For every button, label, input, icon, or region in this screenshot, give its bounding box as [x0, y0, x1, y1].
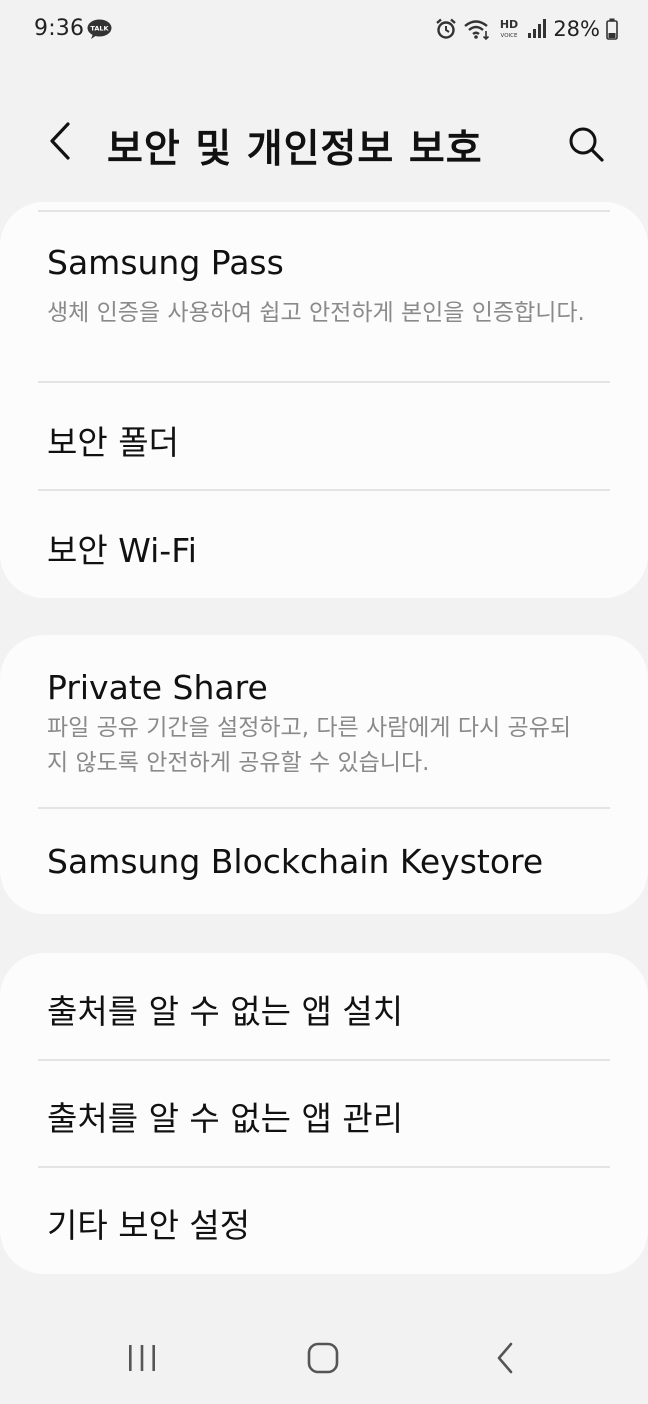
recent-apps-icon	[129, 1345, 155, 1371]
item-title: Private Share	[47, 668, 268, 707]
other-security-settings-item[interactable]: 기타 보안 설정	[0, 1168, 648, 1274]
private-share-item[interactable]: Private Share 파일 공유 기간을 설정하고, 다른 사람에게 다시…	[0, 635, 648, 807]
kakaotalk-icon: TALK	[87, 19, 112, 39]
item-title: 출처를 알 수 없는 앱 설치	[47, 992, 404, 1031]
install-unknown-apps-item[interactable]: 출처를 알 수 없는 앱 설치	[0, 953, 648, 1059]
page-title: 보안 및 개인정보 보호	[107, 127, 483, 172]
home-icon	[307, 1342, 339, 1374]
item-title: 보안 Wi-Fi	[47, 531, 197, 570]
hd-label: HD	[500, 18, 518, 31]
settings-card-1: Samsung Pass 생체 인증을 사용하여 쉽고 안전하게 본인을 인증합…	[0, 202, 648, 598]
app-bar: 보안 및 개인정보 보호	[0, 92, 648, 192]
status-bar: 9:36 TALK HD VOICE 28%	[0, 0, 648, 62]
status-time: 9:36	[34, 16, 85, 41]
voice-label: VOICE	[501, 33, 518, 39]
blockchain-keystore-item[interactable]: Samsung Blockchain Keystore	[0, 809, 648, 914]
alarm-icon	[436, 18, 457, 39]
hd-voice-icon: HD VOICE	[500, 18, 518, 39]
settings-card-2: Private Share 파일 공유 기간을 설정하고, 다른 사람에게 다시…	[0, 635, 648, 914]
item-description: 파일 공유 기간을 설정하고, 다른 사람에게 다시 공유되지 않도록 안전하게…	[47, 715, 572, 776]
battery-percent: 28%	[553, 17, 600, 41]
back-button[interactable]	[38, 114, 82, 168]
item-title: 보안 폴더	[47, 423, 179, 462]
wifi-icon	[464, 20, 490, 41]
navigation-bar	[0, 1310, 648, 1404]
signal-icon	[528, 19, 547, 38]
secure-folder-item[interactable]: 보안 폴더	[0, 383, 648, 489]
secure-wifi-item[interactable]: 보안 Wi-Fi	[0, 491, 648, 598]
nav-back-button[interactable]	[470, 1330, 540, 1386]
item-title: Samsung Pass	[47, 243, 284, 282]
item-title: 기타 보안 설정	[47, 1206, 251, 1245]
home-button[interactable]	[288, 1330, 358, 1386]
search-icon	[569, 127, 604, 162]
talk-badge-text: TALK	[90, 25, 109, 33]
back-chevron-icon	[50, 122, 70, 160]
battery-icon	[606, 18, 618, 40]
manage-unknown-apps-item[interactable]: 출처를 알 수 없는 앱 관리	[0, 1061, 648, 1166]
settings-card-3: 출처를 알 수 없는 앱 설치 출처를 알 수 없는 앱 관리 기타 보안 설정	[0, 953, 648, 1274]
item-title: 출처를 알 수 없는 앱 관리	[47, 1099, 404, 1138]
status-icons: HD VOICE 28%	[435, 14, 618, 44]
recent-apps-button[interactable]	[107, 1330, 177, 1386]
item-description: 생체 인증을 사용하여 쉽고 안전하게 본인을 인증합니다.	[47, 300, 585, 326]
search-button[interactable]	[560, 118, 612, 170]
samsung-pass-item[interactable]: Samsung Pass 생체 인증을 사용하여 쉽고 안전하게 본인을 인증합…	[0, 212, 648, 382]
item-title: Samsung Blockchain Keystore	[47, 842, 544, 881]
back-icon	[497, 1342, 513, 1374]
